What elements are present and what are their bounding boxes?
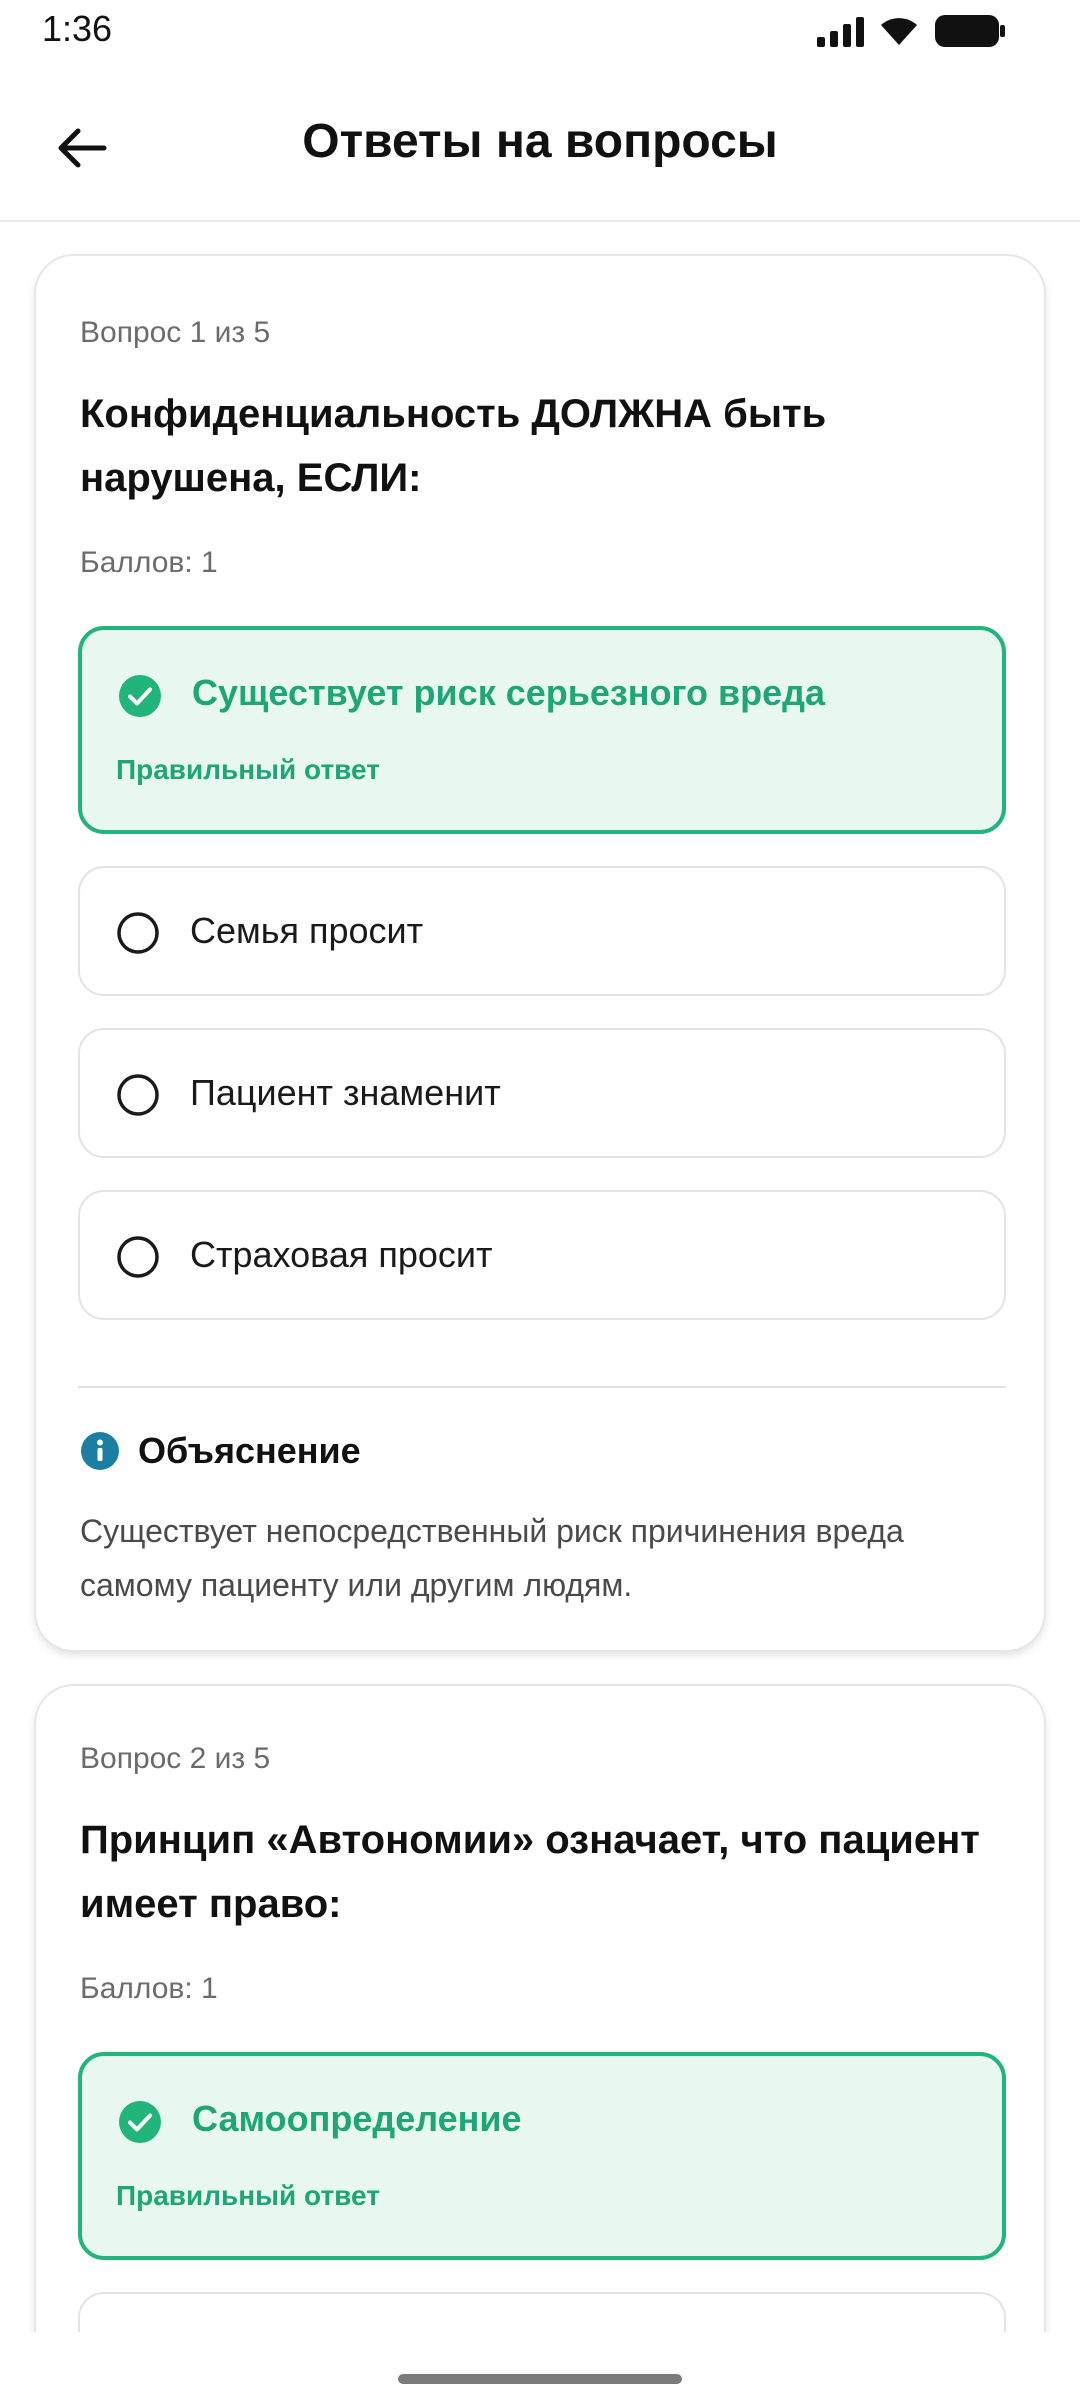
question-counter: Вопрос 1 из 5 (80, 316, 271, 349)
check-circle-icon (119, 675, 161, 717)
radio-empty-icon (117, 912, 159, 954)
question-card: Вопрос 1 из 5 Конфиденциальность ДОЛЖНА … (34, 254, 1046, 1652)
question-text: Принцип «Автономии» означает, что пациен… (80, 1818, 980, 1926)
answer-option[interactable]: Страховая просит (78, 1190, 1006, 1320)
app-header: Ответы на вопросы (0, 62, 1080, 222)
correct-answer-tag: Правильный ответ (116, 2180, 380, 2211)
answer-option-label: Пациент знаменит (190, 1072, 501, 1113)
answer-option-label: Семья просит (190, 910, 424, 951)
wifi-icon (881, 18, 917, 45)
correct-answer-tag: Правильный ответ (116, 754, 380, 785)
explanation-text: Существует непосредственный риск причине… (80, 1513, 904, 1603)
answer-option-label: Существует риск серьезного вреда (192, 672, 826, 713)
status-time: 1:36 (42, 8, 113, 49)
info-icon (81, 1432, 119, 1470)
explanation-header: Объяснение (80, 1430, 361, 1472)
signal-icon (817, 15, 864, 47)
answer-option[interactable]: Семья просит (78, 866, 1006, 996)
answers-list[interactable]: Вопрос 1 из 5 Конфиденциальность ДОЛЖНА … (0, 224, 1080, 2332)
answer-option-correct[interactable]: Самоопределение Правильный ответ (78, 2052, 1006, 2260)
question-points: Баллов: 1 (80, 546, 218, 579)
gesture-nav-handle[interactable] (398, 2374, 682, 2384)
radio-empty-icon (117, 1236, 159, 1278)
page-title: Ответы на вопросы (302, 115, 778, 168)
answer-option-label: Самоопределение (192, 2098, 522, 2139)
battery-icon (935, 15, 1005, 47)
answer-option-label: Страховая просит (190, 1234, 493, 1275)
status-icons (817, 14, 1006, 48)
screen: 1:36 Ответы на вопросы Вопрос 1 из 5 Кон… (0, 0, 1080, 2400)
radio-empty-icon (117, 1074, 159, 1116)
question-card: Вопрос 2 из 5 Принцип «Автономии» означа… (34, 1684, 1046, 2332)
divider (78, 1386, 1006, 1388)
status-bar: 1:36 (0, 0, 1080, 62)
check-circle-icon (119, 2101, 161, 2143)
question-points: Баллов: 1 (80, 1972, 218, 2005)
explanation-title: Объяснение (138, 1430, 361, 1471)
question-text: Конфиденциальность ДОЛЖНА быть нарушена,… (80, 392, 827, 500)
answer-option[interactable] (78, 2292, 1006, 2332)
question-counter: Вопрос 2 из 5 (80, 1742, 271, 1775)
answer-option[interactable]: Пациент знаменит (78, 1028, 1006, 1158)
answer-option-correct[interactable]: Существует риск серьезного вреда Правиль… (78, 626, 1006, 834)
